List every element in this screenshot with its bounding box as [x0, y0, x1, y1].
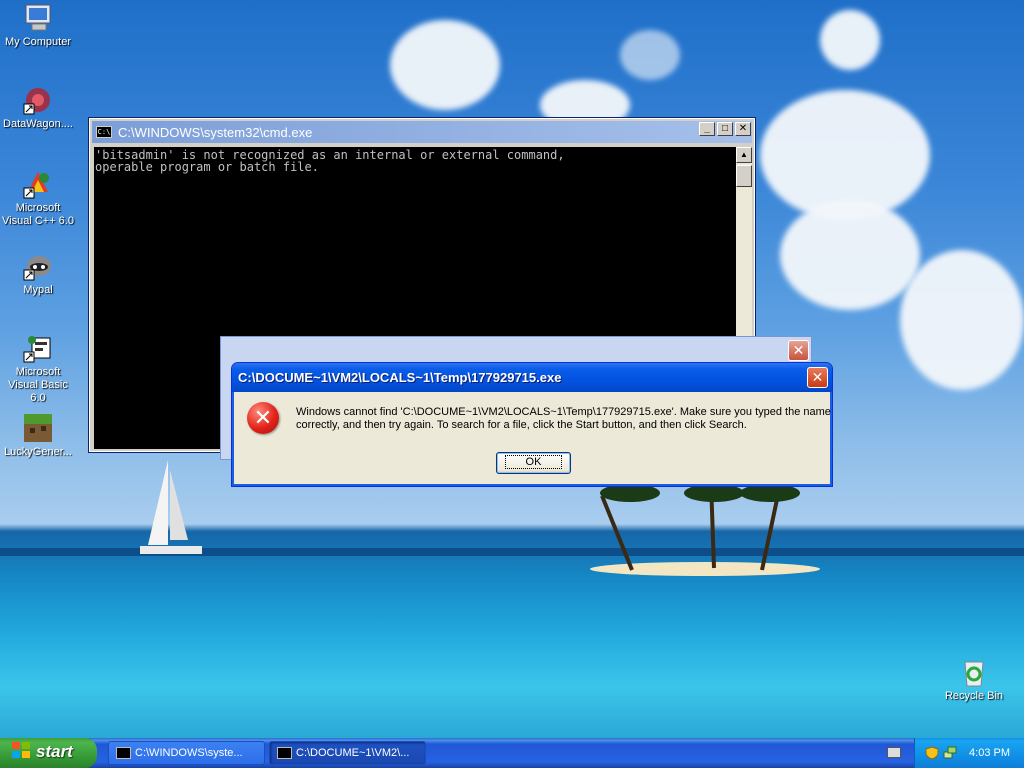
computer-icon [22, 2, 54, 34]
system-tray: 4:03 PM [914, 738, 1024, 768]
desktop-icon-datawagon[interactable]: DataWagon.... [0, 84, 76, 131]
desktop-icon-mypal[interactable]: Mypal [0, 250, 76, 297]
desktop-icon-label: Microsoft Visual Basic 6.0 [8, 366, 68, 404]
clock[interactable]: 4:03 PM [969, 747, 1010, 759]
desktop-icon-label: LuckyGener... [4, 446, 72, 458]
sailboat-image [140, 460, 202, 554]
palm-trunk [709, 491, 716, 569]
cmd-task-icon [277, 747, 292, 759]
wallpaper-cloud [780, 200, 920, 310]
error-dialog[interactable]: C:\DOCUME~1\VM2\LOCALS~1\Temp\177929715.… [231, 362, 833, 487]
error-icon: ✕ [247, 402, 279, 434]
maximize-button[interactable]: □ [717, 122, 733, 136]
desktop-icon-recycle-bin[interactable]: Recycle Bin [936, 656, 1012, 703]
taskbar: start C:\WINDOWS\syste... C:\DOCUME~1\VM… [0, 738, 1024, 768]
desktop-icon-label: Recycle Bin [944, 690, 1004, 702]
desktop-icon-label: DataWagon.... [3, 118, 73, 130]
error-dialog-body: ✕ Windows cannot find 'C:\DOCUME~1\VM2\L… [235, 392, 831, 483]
start-label: start [36, 742, 73, 761]
scroll-up-arrow-icon[interactable]: ▲ [736, 147, 752, 163]
desktop-icon-label: Mypal [23, 284, 53, 296]
dialog-close-button[interactable]: ✕ [807, 367, 828, 388]
mypal-icon [22, 250, 54, 282]
taskbar-item-cmd[interactable]: C:\WINDOWS\syste... [108, 741, 265, 765]
scroll-thumb[interactable] [736, 165, 752, 187]
island [590, 562, 820, 576]
datawagon-icon [22, 84, 54, 116]
taskbar-item-error[interactable]: C:\DOCUME~1\VM2\... [269, 741, 426, 765]
wallpaper-cloud [820, 10, 880, 70]
palm-trunk [760, 491, 781, 571]
visual-cpp-icon [22, 168, 54, 200]
cmd-window-controls: _ □ ✕ [699, 122, 751, 136]
console-line: operable program or batch file. [95, 160, 319, 174]
security-shield-icon[interactable] [925, 746, 939, 760]
close-button[interactable]: ✕ [735, 122, 751, 136]
cmd-app-icon: C:\ [96, 126, 112, 138]
cmd-task-icon [116, 747, 131, 759]
wallpaper-cloud [390, 20, 500, 110]
error-dialog-title[interactable]: C:\DOCUME~1\VM2\LOCALS~1\Temp\177929715.… [232, 363, 832, 392]
minimize-button[interactable]: _ [699, 122, 715, 136]
error-message: Windows cannot find 'C:\DOCUME~1\VM2\LOC… [296, 406, 831, 431]
desktop-icon-visual-basic[interactable]: Microsoft Visual Basic 6.0 [0, 332, 76, 405]
start-button[interactable]: start [0, 738, 97, 768]
taskbar-item-label: C:\DOCUME~1\VM2\... [296, 747, 410, 759]
visual-basic-icon [22, 332, 54, 364]
desktop-icon-visual-cpp[interactable]: Microsoft Visual C++ 6.0 [0, 168, 76, 228]
wallpaper-cloud [900, 250, 1024, 390]
background-close-button[interactable]: ✕ [788, 340, 809, 361]
palm-trunk [600, 495, 634, 571]
network-icon[interactable] [943, 746, 957, 760]
wallpaper-cloud [620, 30, 680, 80]
ok-button-label: OK [504, 455, 563, 469]
cmd-window-title: C:\WINDOWS\system32\cmd.exe [118, 124, 313, 140]
desktop-icon-label: Microsoft Visual C++ 6.0 [2, 202, 74, 227]
desktop-icon-luckygenerator[interactable]: LuckyGener... [0, 412, 76, 459]
windows-flag-icon [12, 742, 32, 760]
luckygenerator-icon [22, 412, 54, 444]
cmd-titlebar[interactable]: C:\ C:\WINDOWS\system32\cmd.exe [92, 121, 752, 143]
keyboard-icon[interactable] [887, 747, 901, 758]
desktop-icon-label: My Computer [4, 36, 72, 48]
desktop-icon-my-computer[interactable]: My Computer [0, 2, 76, 49]
taskbar-item-label: C:\WINDOWS\syste... [135, 747, 243, 759]
ok-button[interactable]: OK [496, 452, 571, 474]
recycle-bin-icon [958, 656, 990, 688]
